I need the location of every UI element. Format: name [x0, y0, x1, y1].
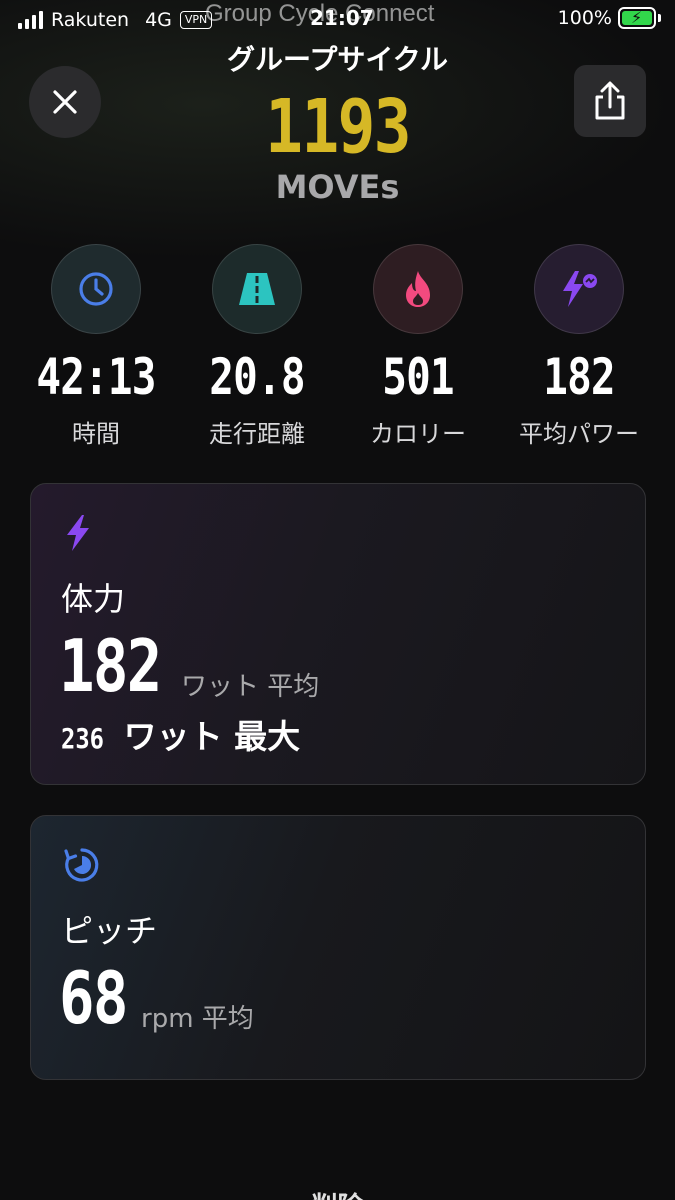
stat-time-label: 時間	[72, 420, 120, 448]
delete-button[interactable]: 削除	[0, 1186, 675, 1200]
signal-icon	[18, 11, 43, 29]
battery-indicator: 100% ⚡	[558, 7, 661, 29]
moves-value: 1193	[265, 84, 411, 170]
power-max-label: ワット 最大	[123, 717, 301, 756]
carrier-name: Rakuten	[51, 9, 130, 31]
clock-icon	[51, 244, 141, 334]
road-icon	[212, 244, 302, 334]
cadence-icon	[63, 846, 101, 888]
stat-avg-power-value: 182	[543, 348, 615, 406]
pitch-avg-unit: rpm 平均	[141, 1004, 254, 1034]
stat-distance-label: 走行距離	[209, 420, 305, 448]
stats-row: 42:13 時間 20.8 走行距離 501 カロリー 182 平均パワー	[0, 244, 675, 464]
stat-time-value: 42:13	[36, 348, 156, 406]
battery-percent: 100%	[557, 7, 612, 29]
moves-label: MOVEs	[275, 168, 400, 206]
stat-time: 42:13 時間	[16, 244, 176, 449]
network-type: 4G	[145, 9, 172, 31]
power-card[interactable]: 体力 182 ワット 平均 236 ワット 最大	[30, 483, 646, 785]
pitch-card-title: ピッチ	[61, 912, 158, 950]
pitch-avg-value: 68	[59, 956, 128, 1040]
power-avg-value: 182	[59, 624, 162, 708]
lightning-icon	[534, 244, 624, 334]
stat-calories: 501 カロリー	[338, 244, 498, 449]
battery-icon: ⚡	[618, 7, 656, 29]
power-max-value: 236	[61, 722, 104, 755]
stat-calories-label: カロリー	[370, 420, 466, 448]
power-avg-unit: ワット 平均	[181, 672, 320, 702]
power-card-title: 体力	[61, 580, 126, 618]
stat-distance: 20.8 走行距離	[177, 244, 337, 449]
stat-avg-power: 182 平均パワー	[499, 244, 659, 449]
lightning-icon	[63, 514, 93, 556]
stat-avg-power-label: 平均パワー	[519, 420, 639, 448]
pitch-card[interactable]: ピッチ 68 rpm 平均	[30, 815, 646, 1080]
status-time: 21:07	[310, 6, 374, 30]
power-max-row: 236 ワット 最大	[61, 710, 300, 758]
flame-icon	[373, 244, 463, 334]
stat-distance-value: 20.8	[209, 348, 305, 406]
stat-calories-value: 501	[382, 348, 454, 406]
